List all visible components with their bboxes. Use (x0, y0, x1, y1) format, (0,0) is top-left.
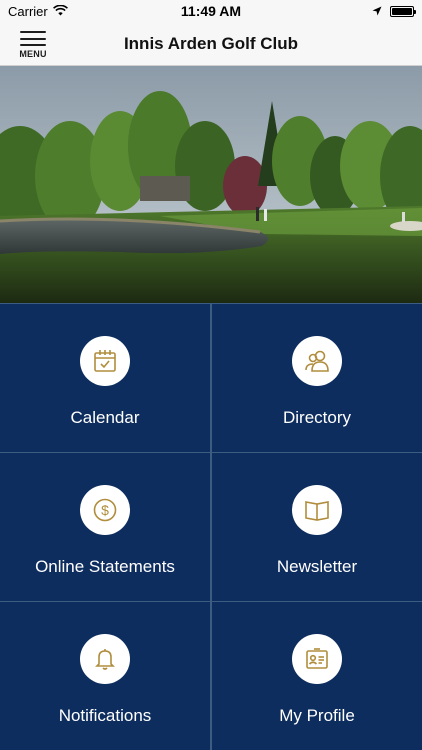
my-profile-tile[interactable]: My Profile (212, 602, 422, 750)
online-statements-label: Online Statements (35, 557, 175, 576)
calendar-tile[interactable]: Calendar (0, 304, 210, 452)
menu-button[interactable]: MENU (16, 29, 50, 61)
directory-label: Directory (282, 408, 351, 427)
calendar-icon (80, 336, 130, 386)
book-icon (292, 485, 342, 535)
menu-grid: Calendar Directory $ Online Statements N… (0, 303, 422, 750)
status-left: Carrier (8, 4, 68, 19)
status-bar: Carrier 11:49 AM (0, 0, 422, 22)
golf-course-photo (0, 66, 422, 303)
newsletter-tile[interactable]: Newsletter (212, 453, 422, 601)
people-icon (292, 336, 342, 386)
status-right (372, 4, 416, 19)
calendar-label: Calendar (70, 408, 140, 427)
bell-icon (80, 634, 130, 684)
nav-bar: MENU Innis Arden Golf Club (0, 22, 422, 66)
my-profile-label: My Profile (279, 706, 355, 725)
wifi-icon (52, 4, 68, 19)
newsletter-label: Newsletter (276, 557, 358, 576)
menu-label: MENU (19, 49, 47, 59)
dollar-icon: $ (80, 485, 130, 535)
hamburger-icon (20, 31, 46, 46)
battery-icon (390, 5, 416, 17)
page-title: Innis Arden Golf Club (123, 34, 299, 53)
notifications-label: Notifications (58, 706, 152, 725)
profile-card-icon (292, 634, 342, 684)
svg-text:$: $ (101, 502, 109, 518)
online-statements-tile[interactable]: $ Online Statements (0, 453, 210, 601)
carrier-label: Carrier (8, 3, 48, 19)
location-arrow-icon (372, 4, 382, 19)
notifications-tile[interactable]: Notifications (0, 602, 210, 750)
directory-tile[interactable]: Directory (212, 304, 422, 452)
